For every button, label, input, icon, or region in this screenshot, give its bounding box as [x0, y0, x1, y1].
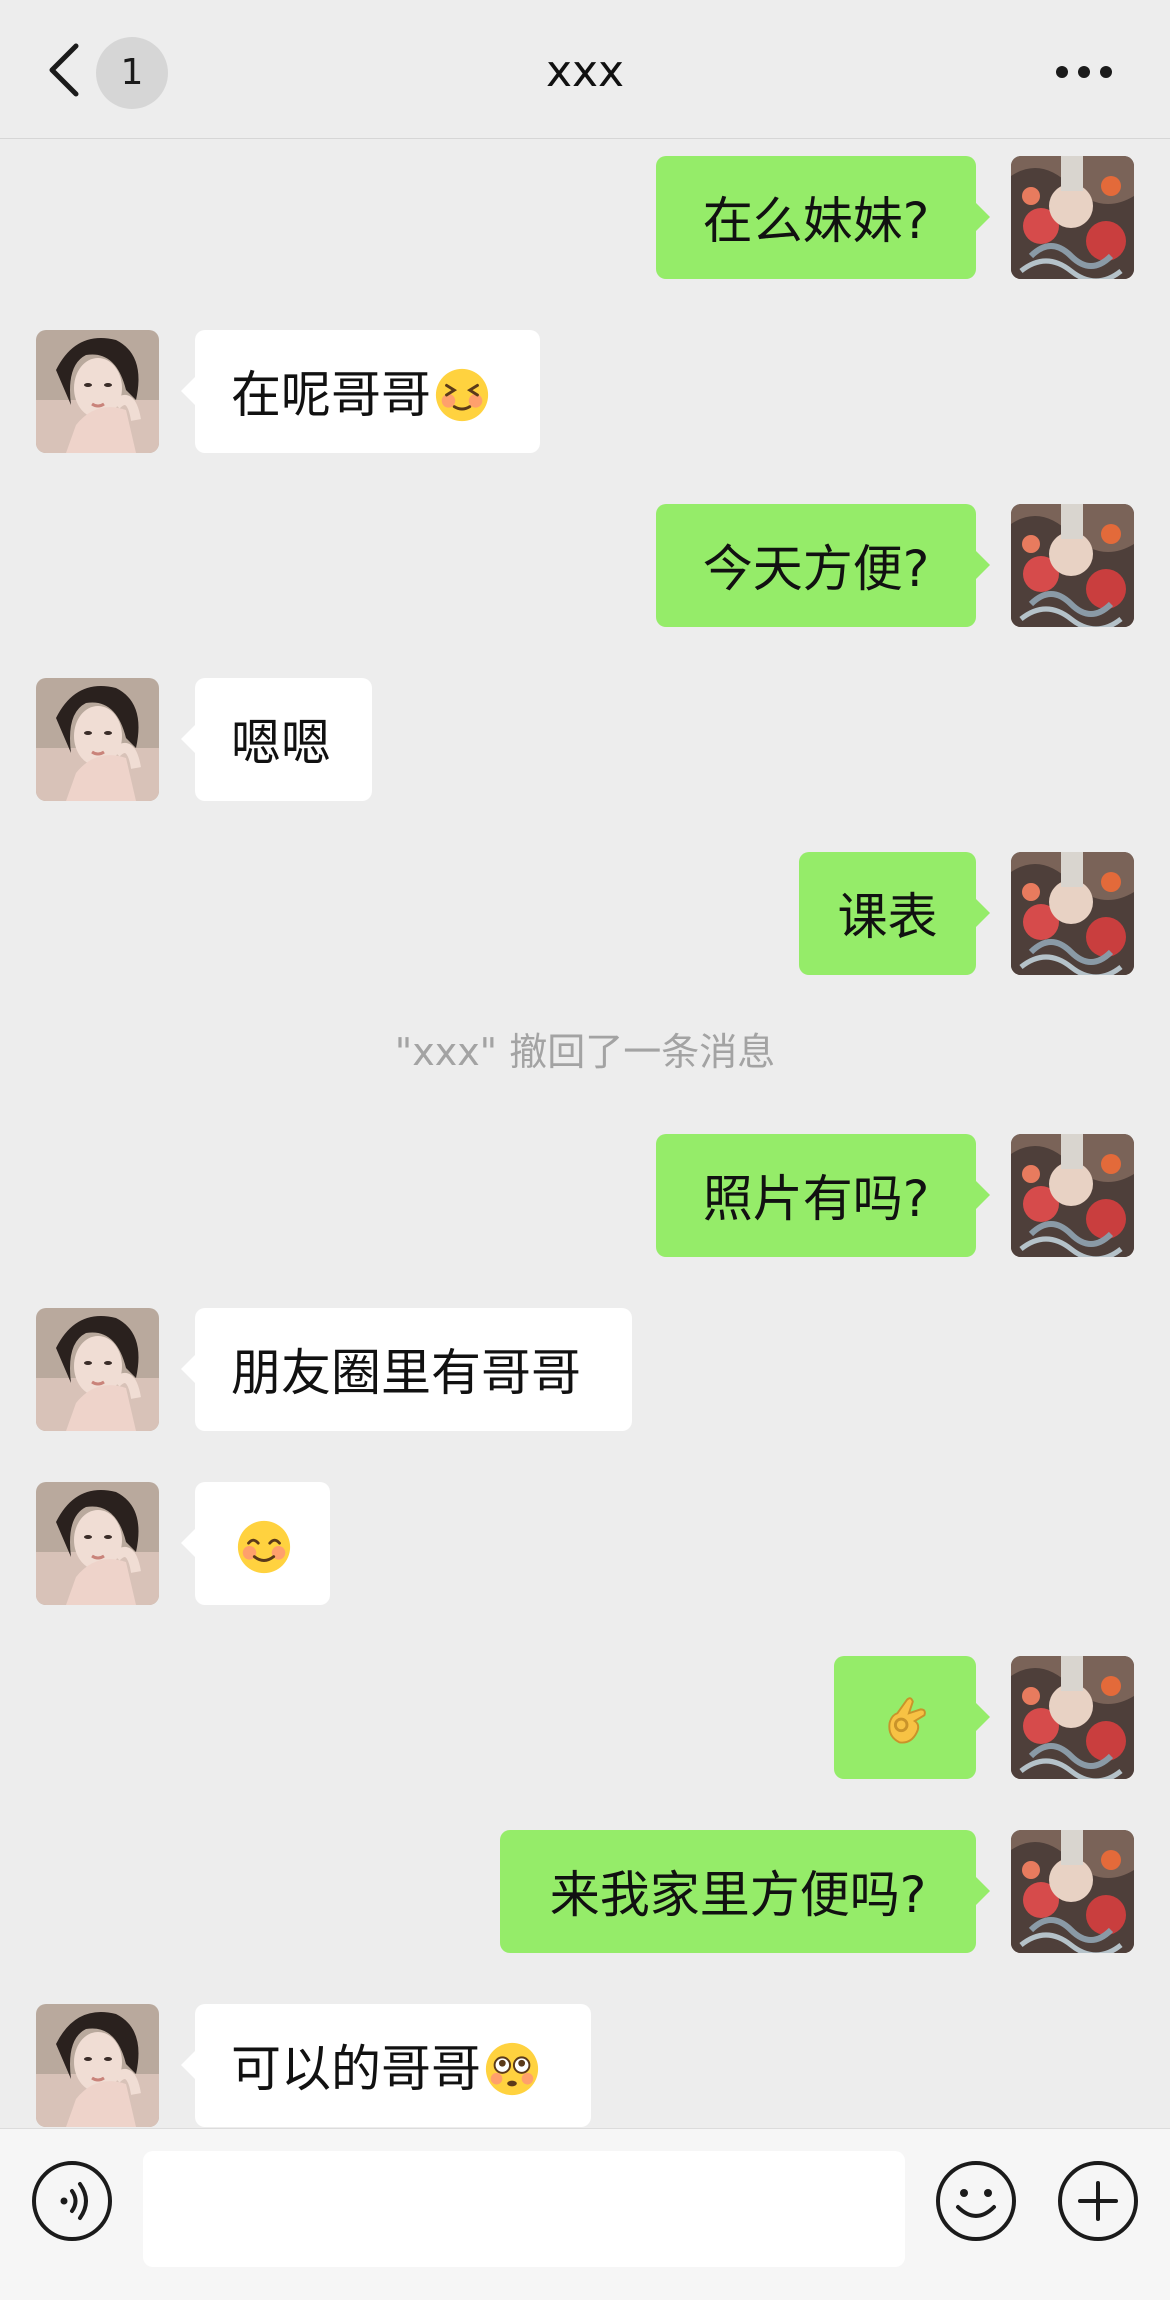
contact-avatar[interactable] — [36, 1482, 159, 1605]
my-avatar[interactable] — [1011, 1830, 1134, 1953]
recall-notice: "xxx" 撤回了一条消息 — [394, 1030, 776, 1074]
my-avatar[interactable] — [1011, 156, 1134, 279]
squinting-grin-emoji-icon — [433, 366, 491, 424]
my-avatar[interactable] — [1011, 1656, 1134, 1779]
message-list[interactable]: 在么妹妹? 在呢哥哥 今天方便? 嗯嗯 课表 "xxx" 撤回了一条消息 照片有… — [0, 139, 1170, 2129]
chevron-left-icon — [49, 43, 79, 97]
contact-avatar-image — [36, 330, 159, 453]
voice-icon — [32, 2161, 112, 2241]
my-avatar-image — [1011, 156, 1134, 279]
message-bubble-received[interactable]: 嗯嗯 — [181, 678, 372, 801]
message-text: 来我家里方便吗? — [549, 1865, 927, 1924]
more-options-button[interactable] — [1054, 52, 1114, 92]
my-avatar[interactable] — [1011, 504, 1134, 627]
blushing-smile-emoji-icon — [235, 1518, 293, 1576]
message-text: 在呢哥哥 — [231, 365, 431, 424]
contact-avatar[interactable] — [36, 330, 159, 453]
emoji-button[interactable] — [934, 2159, 1018, 2243]
message-text: 可以的哥哥 — [231, 2039, 481, 2098]
my-avatar[interactable] — [1011, 1134, 1134, 1257]
contact-avatar-image — [36, 2004, 159, 2127]
my-avatar-image — [1011, 1830, 1134, 1953]
message-text: 课表 — [837, 887, 938, 946]
ok-hand-emoji-icon — [878, 1692, 936, 1750]
contact-avatar[interactable] — [36, 1308, 159, 1431]
flushed-emoji-icon — [483, 2040, 541, 2098]
my-avatar[interactable] — [1011, 852, 1134, 975]
message-input[interactable] — [143, 2151, 905, 2267]
more-actions-button[interactable] — [1056, 2159, 1140, 2243]
message-bubble-received[interactable]: 可以的哥哥 — [181, 2004, 591, 2127]
contact-avatar[interactable] — [36, 678, 159, 801]
contact-avatar-image — [36, 1308, 159, 1431]
message-bubble-sent[interactable]: 在么妹妹? — [656, 156, 990, 279]
message-text: 在么妹妹? — [702, 191, 930, 250]
contact-avatar-image — [36, 1482, 159, 1605]
smiley-icon — [936, 2161, 1016, 2241]
more-dots-icon — [1056, 66, 1112, 78]
message-text: 嗯嗯 — [231, 713, 331, 772]
voice-input-button[interactable] — [30, 2159, 114, 2243]
message-bubble-sent[interactable]: 照片有吗? — [656, 1134, 990, 1257]
message-bubble-received[interactable]: 朋友圈里有哥哥 — [181, 1308, 632, 1431]
back-button[interactable] — [42, 40, 92, 100]
message-text: 朋友圈里有哥哥 — [231, 1343, 581, 1402]
message-bubble-sent[interactable]: 来我家里方便吗? — [500, 1830, 990, 1953]
my-avatar-image — [1011, 1134, 1134, 1257]
message-bubble-received[interactable]: 在呢哥哥 — [181, 330, 540, 453]
chat-header: 1 xxx — [0, 0, 1170, 139]
message-text: 照片有吗? — [702, 1169, 930, 1228]
my-avatar-image — [1011, 852, 1134, 975]
plus-icon — [1058, 2161, 1138, 2241]
contact-avatar-image — [36, 678, 159, 801]
message-bubble-sent[interactable] — [834, 1656, 990, 1779]
chat-title: xxx — [545, 46, 625, 97]
contact-avatar[interactable] — [36, 2004, 159, 2127]
message-bubble-received[interactable] — [181, 1482, 330, 1605]
unread-count-badge[interactable]: 1 — [96, 37, 168, 109]
my-avatar-image — [1011, 1656, 1134, 1779]
message-text: 今天方便? — [702, 539, 930, 598]
message-bubble-sent[interactable]: 课表 — [799, 852, 990, 975]
my-avatar-image — [1011, 504, 1134, 627]
message-bubble-sent[interactable]: 今天方便? — [656, 504, 990, 627]
input-bar — [0, 2128, 1170, 2300]
